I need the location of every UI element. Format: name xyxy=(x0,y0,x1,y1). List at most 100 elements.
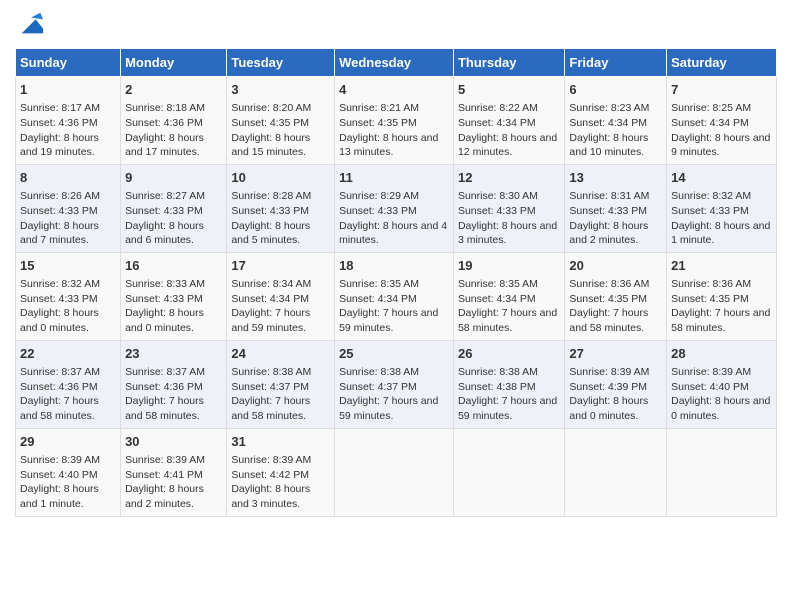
day-info: Sunrise: 8:33 AMSunset: 4:33 PMDaylight:… xyxy=(125,277,222,336)
calendar-cell: 2 Sunrise: 8:18 AMSunset: 4:36 PMDaylight… xyxy=(121,77,227,165)
calendar-cell xyxy=(667,428,777,516)
calendar-week-row: 8 Sunrise: 8:26 AMSunset: 4:33 PMDaylight… xyxy=(16,164,777,252)
calendar-cell: 9 Sunrise: 8:27 AMSunset: 4:33 PMDaylight… xyxy=(121,164,227,252)
calendar-cell: 6Sunrise: 8:23 AMSunset: 4:34 PMDaylight… xyxy=(565,77,667,165)
calendar-cell xyxy=(453,428,564,516)
day-info: Sunrise: 8:39 AMSunset: 4:40 PMDaylight:… xyxy=(671,365,772,424)
day-number: 31 xyxy=(231,433,330,451)
day-info: Sunrise: 8:34 AMSunset: 4:34 PMDaylight:… xyxy=(231,277,330,336)
calendar-cell: 7 Sunrise: 8:25 AMSunset: 4:34 PMDaylight… xyxy=(667,77,777,165)
day-info: Sunrise: 8:32 AMSunset: 4:33 PMDaylight:… xyxy=(671,189,772,248)
calendar-cell: 26 Sunrise: 8:38 AMSunset: 4:38 PMDayligh… xyxy=(453,340,564,428)
calendar-cell: 19 Sunrise: 8:35 AMSunset: 4:34 PMDayligh… xyxy=(453,252,564,340)
day-info: Sunrise: 8:39 AMSunset: 4:42 PMDaylight:… xyxy=(231,453,330,512)
calendar-cell: 28 Sunrise: 8:39 AMSunset: 4:40 PMDayligh… xyxy=(667,340,777,428)
col-header-tuesday: Tuesday xyxy=(227,49,335,77)
day-number: 1 xyxy=(20,81,116,99)
day-number: 13 xyxy=(569,169,662,187)
day-number: 24 xyxy=(231,345,330,363)
day-info: Sunrise: 8:35 AMSunset: 4:34 PMDaylight:… xyxy=(339,277,449,336)
calendar-cell: 11Sunrise: 8:29 AMSunset: 4:33 PMDayligh… xyxy=(335,164,454,252)
calendar-cell: 21 Sunrise: 8:36 AMSunset: 4:35 PMDayligh… xyxy=(667,252,777,340)
calendar-cell: 25Sunrise: 8:38 AMSunset: 4:37 PMDayligh… xyxy=(335,340,454,428)
calendar-cell: 30Sunrise: 8:39 AMSunset: 4:41 PMDayligh… xyxy=(121,428,227,516)
calendar-cell: 5 Sunrise: 8:22 AMSunset: 4:34 PMDaylight… xyxy=(453,77,564,165)
day-info: Sunrise: 8:36 AMSunset: 4:35 PMDaylight:… xyxy=(671,277,772,336)
day-number: 2 xyxy=(125,81,222,99)
day-info: Sunrise: 8:27 AMSunset: 4:33 PMDaylight:… xyxy=(125,189,222,248)
day-info: Sunrise: 8:30 AMSunset: 4:33 PMDaylight:… xyxy=(458,189,560,248)
day-number: 5 xyxy=(458,81,560,99)
day-info: Sunrise: 8:31 AMSunset: 4:33 PMDaylight:… xyxy=(569,189,662,248)
calendar-cell: 16 Sunrise: 8:33 AMSunset: 4:33 PMDayligh… xyxy=(121,252,227,340)
day-info: Sunrise: 8:21 AMSunset: 4:35 PMDaylight:… xyxy=(339,101,449,160)
logo xyxy=(15,10,45,38)
day-number: 23 xyxy=(125,345,222,363)
day-number: 19 xyxy=(458,257,560,275)
calendar-cell: 10Sunrise: 8:28 AMSunset: 4:33 PMDayligh… xyxy=(227,164,335,252)
day-number: 7 xyxy=(671,81,772,99)
day-number: 29 xyxy=(20,433,116,451)
day-info: Sunrise: 8:38 AMSunset: 4:38 PMDaylight:… xyxy=(458,365,560,424)
calendar-table: SundayMondayTuesdayWednesdayThursdayFrid… xyxy=(15,48,777,517)
calendar-cell: 22 Sunrise: 8:37 AMSunset: 4:36 PMDayligh… xyxy=(16,340,121,428)
day-number: 3 xyxy=(231,81,330,99)
logo-icon xyxy=(17,10,45,38)
col-header-thursday: Thursday xyxy=(453,49,564,77)
calendar-cell: 3Sunrise: 8:20 AMSunset: 4:35 PMDaylight… xyxy=(227,77,335,165)
day-number: 15 xyxy=(20,257,116,275)
calendar-cell: 24Sunrise: 8:38 AMSunset: 4:37 PMDayligh… xyxy=(227,340,335,428)
day-number: 21 xyxy=(671,257,772,275)
day-number: 11 xyxy=(339,169,449,187)
calendar-cell: 12 Sunrise: 8:30 AMSunset: 4:33 PMDayligh… xyxy=(453,164,564,252)
day-info: Sunrise: 8:18 AMSunset: 4:36 PMDaylight:… xyxy=(125,101,222,160)
day-number: 27 xyxy=(569,345,662,363)
day-info: Sunrise: 8:38 AMSunset: 4:37 PMDaylight:… xyxy=(339,365,449,424)
calendar-cell: 29 Sunrise: 8:39 AMSunset: 4:40 PMDayligh… xyxy=(16,428,121,516)
calendar-cell: 20 Sunrise: 8:36 AMSunset: 4:35 PMDayligh… xyxy=(565,252,667,340)
calendar-cell: 4 Sunrise: 8:21 AMSunset: 4:35 PMDaylight… xyxy=(335,77,454,165)
day-number: 4 xyxy=(339,81,449,99)
day-number: 14 xyxy=(671,169,772,187)
calendar-cell: 8 Sunrise: 8:26 AMSunset: 4:33 PMDaylight… xyxy=(16,164,121,252)
col-header-friday: Friday xyxy=(565,49,667,77)
day-info: Sunrise: 8:17 AMSunset: 4:36 PMDaylight:… xyxy=(20,101,116,160)
day-number: 26 xyxy=(458,345,560,363)
day-info: Sunrise: 8:23 AMSunset: 4:34 PMDaylight:… xyxy=(569,101,662,160)
day-number: 18 xyxy=(339,257,449,275)
day-number: 20 xyxy=(569,257,662,275)
calendar-week-row: 22 Sunrise: 8:37 AMSunset: 4:36 PMDayligh… xyxy=(16,340,777,428)
day-info: Sunrise: 8:39 AMSunset: 4:40 PMDaylight:… xyxy=(20,453,116,512)
calendar-cell: 18 Sunrise: 8:35 AMSunset: 4:34 PMDayligh… xyxy=(335,252,454,340)
day-number: 17 xyxy=(231,257,330,275)
col-header-wednesday: Wednesday xyxy=(335,49,454,77)
day-info: Sunrise: 8:36 AMSunset: 4:35 PMDaylight:… xyxy=(569,277,662,336)
col-header-monday: Monday xyxy=(121,49,227,77)
day-info: Sunrise: 8:37 AMSunset: 4:36 PMDaylight:… xyxy=(20,365,116,424)
day-info: Sunrise: 8:39 AMSunset: 4:41 PMDaylight:… xyxy=(125,453,222,512)
col-header-saturday: Saturday xyxy=(667,49,777,77)
day-number: 8 xyxy=(20,169,116,187)
calendar-cell: 15Sunrise: 8:32 AMSunset: 4:33 PMDayligh… xyxy=(16,252,121,340)
calendar-week-row: 1 Sunrise: 8:17 AMSunset: 4:36 PMDaylight… xyxy=(16,77,777,165)
day-number: 22 xyxy=(20,345,116,363)
page-header xyxy=(15,10,777,38)
day-number: 28 xyxy=(671,345,772,363)
day-info: Sunrise: 8:25 AMSunset: 4:34 PMDaylight:… xyxy=(671,101,772,160)
day-info: Sunrise: 8:39 AMSunset: 4:39 PMDaylight:… xyxy=(569,365,662,424)
calendar-cell: 17 Sunrise: 8:34 AMSunset: 4:34 PMDayligh… xyxy=(227,252,335,340)
col-header-sunday: Sunday xyxy=(16,49,121,77)
day-number: 12 xyxy=(458,169,560,187)
calendar-cell: 31 Sunrise: 8:39 AMSunset: 4:42 PMDayligh… xyxy=(227,428,335,516)
calendar-header-row: SundayMondayTuesdayWednesdayThursdayFrid… xyxy=(16,49,777,77)
calendar-cell xyxy=(565,428,667,516)
day-info: Sunrise: 8:35 AMSunset: 4:34 PMDaylight:… xyxy=(458,277,560,336)
day-info: Sunrise: 8:26 AMSunset: 4:33 PMDaylight:… xyxy=(20,189,116,248)
day-number: 9 xyxy=(125,169,222,187)
day-number: 16 xyxy=(125,257,222,275)
day-info: Sunrise: 8:22 AMSunset: 4:34 PMDaylight:… xyxy=(458,101,560,160)
calendar-cell: 27 Sunrise: 8:39 AMSunset: 4:39 PMDayligh… xyxy=(565,340,667,428)
calendar-cell: 1 Sunrise: 8:17 AMSunset: 4:36 PMDaylight… xyxy=(16,77,121,165)
calendar-cell: 13 Sunrise: 8:31 AMSunset: 4:33 PMDayligh… xyxy=(565,164,667,252)
day-info: Sunrise: 8:28 AMSunset: 4:33 PMDaylight:… xyxy=(231,189,330,248)
